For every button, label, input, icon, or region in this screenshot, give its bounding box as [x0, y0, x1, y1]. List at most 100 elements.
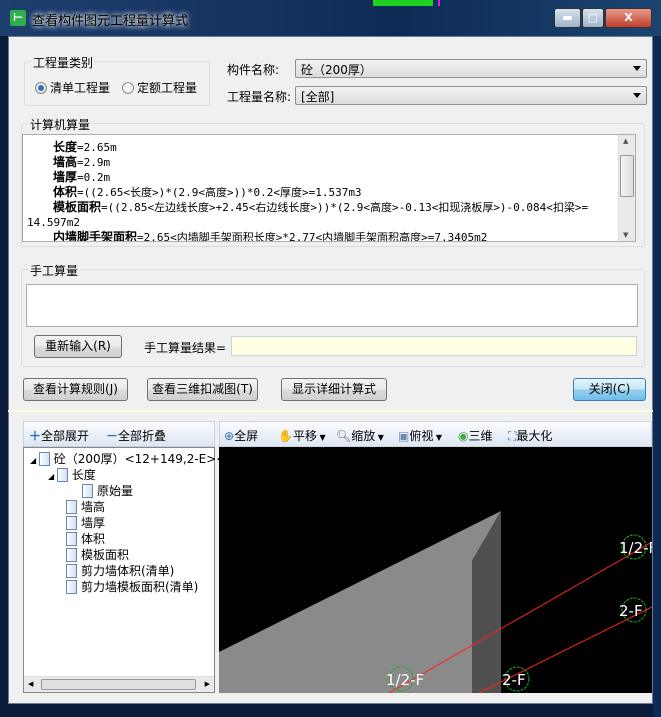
- axis-label: 1/2-F: [619, 539, 652, 557]
- 3d-viewport[interactable]: 1/2-F 2-F 1/2-F 2-F: [219, 447, 652, 693]
- quantity-name-label: 工程量名称:: [227, 90, 292, 104]
- document-icon: [66, 548, 77, 562]
- radio-bill-qty[interactable]: 清单工程量: [35, 79, 110, 96]
- dialog-body: 工程量类别 清单工程量 定额工程量 构件名称: 砼（200厚） 工程量名称: […: [8, 36, 653, 412]
- tree-node[interactable]: 模板面积: [66, 547, 129, 563]
- collapse-all-button[interactable]: －全部折叠: [106, 427, 166, 444]
- background-mark: [438, 0, 440, 6]
- chevron-down-icon: [633, 93, 641, 98]
- label: 全屏: [234, 429, 259, 443]
- label: 缩放: [351, 429, 376, 443]
- maximize-view-button[interactable]: ⛶最大化: [508, 427, 552, 444]
- node-label: 原始量: [97, 484, 134, 498]
- manual-calc-input[interactable]: [26, 284, 638, 327]
- tree-node[interactable]: 体积: [66, 531, 105, 547]
- orbit-icon: ◉: [458, 429, 469, 443]
- select-value: 砼（200厚）: [301, 63, 372, 77]
- chevron-down-icon: [633, 66, 641, 71]
- computer-calc-text[interactable]: ▲ ▼ 长度=2.65m 墙高=2.9m 墙厚=0.2m 体积=((2.65<长度>)…: [22, 134, 636, 242]
- label: 三维: [468, 429, 493, 443]
- quantity-tree: ◢ 砼（200厚）<12+149,2-E>< ◢ 长度 原始量 墙高 墙厚 体积…: [23, 447, 226, 693]
- document-icon: [66, 532, 77, 546]
- fullscreen-icon: ⊕: [224, 429, 235, 443]
- calc-expression: =0.2m: [77, 171, 111, 184]
- top-view-button[interactable]: ▣俯视 ▼: [398, 427, 442, 444]
- pan-button[interactable]: ✋平移 ▼: [278, 427, 326, 444]
- document-icon: [66, 516, 77, 530]
- expand-all-button[interactable]: ＋全部展开: [29, 427, 89, 444]
- calc-expression: =((2.65<长度>)*(2.9<高度>))*0.2<厚度>=1.537m3: [77, 186, 362, 199]
- horizontal-scrollbar[interactable]: ◀ ▶: [24, 676, 214, 692]
- calc-line: 墙厚=0.2m: [23, 170, 635, 185]
- document-icon: [66, 564, 77, 578]
- scrollbar[interactable]: ▲ ▼: [618, 135, 635, 241]
- calc-line: 长度=2.65m: [23, 140, 635, 155]
- tree-node[interactable]: 剪力墙体积(清单): [66, 563, 174, 579]
- calc-item-name: 内墙脚手架面积: [53, 230, 138, 242]
- 3d-button[interactable]: ◉三维: [458, 427, 493, 444]
- fullscreen-button[interactable]: ⊕全屏: [224, 427, 258, 444]
- hand-icon: ✋: [278, 429, 293, 443]
- component-name-select[interactable]: 砼（200厚）: [295, 59, 647, 78]
- tree-toolbar: ＋全部展开 －全部折叠: [23, 421, 215, 447]
- node-label: 墙厚: [81, 516, 106, 530]
- reenter-button[interactable]: 重新输入(R): [34, 335, 122, 358]
- minus-icon: －: [106, 429, 119, 443]
- calc-expression: =2.65m: [77, 141, 117, 154]
- calc-expression: =((2.85<左边线长度>+2.45<右边线长度>))*(2.9<高度>-0.…: [101, 201, 589, 214]
- document-icon: [66, 580, 77, 594]
- radio-quota-qty[interactable]: 定额工程量: [122, 79, 197, 96]
- label: 平移: [292, 429, 317, 443]
- select-value: [全部]: [301, 90, 335, 104]
- tree-node[interactable]: 墙厚: [66, 515, 105, 531]
- computer-calc-label: 计算机算量: [28, 116, 93, 133]
- tree-node[interactable]: 剪力墙模板面积(清单): [66, 579, 198, 595]
- lower-panel: ＋全部展开 －全部折叠 ◢ 砼（200厚）<12+149,2-E>< ◢ 长度 …: [8, 412, 653, 704]
- qty-type-label: 工程量类别: [31, 54, 96, 71]
- maximize-button[interactable]: ▢: [582, 8, 604, 28]
- calc-item-name: 模板面积: [53, 200, 102, 214]
- scroll-thumb[interactable]: [620, 155, 634, 197]
- label: 最大化: [516, 429, 553, 443]
- node-label: 墙高: [81, 500, 106, 514]
- manual-result-field[interactable]: [231, 336, 637, 356]
- close-window-button[interactable]: X: [605, 8, 652, 28]
- calc-item-name: 体积: [53, 185, 78, 199]
- window-border: [653, 36, 661, 717]
- zoom-button[interactable]: 🔍︎缩放 ▼: [336, 427, 384, 444]
- calc-expression: =2.65<内墙脚手架面积长度>*2.77<内墙脚手架面积高度>=7.3405m…: [137, 231, 488, 242]
- calc-line: 14.597m2: [23, 215, 635, 230]
- calc-line: 模板面积=((2.85<左边线长度>+2.45<右边线长度>))*(2.9<高度…: [23, 200, 635, 215]
- calc-line: 墙高=2.9m: [23, 155, 635, 170]
- view-3d-deduction-button[interactable]: 查看三维扣减图(T): [147, 378, 258, 401]
- background-mark: [373, 0, 433, 6]
- manual-calc-group: 手工算量 重新输入(R) 手工算量结果=: [21, 262, 645, 367]
- radio-icon: [122, 82, 134, 94]
- calc-line: 体积=((2.65<长度>)*(2.9<高度>))*0.2<厚度>=1.537m…: [23, 185, 635, 200]
- document-icon: [56, 468, 68, 482]
- magnifier-icon: 🔍︎: [336, 429, 352, 443]
- tree-node[interactable]: 原始量: [82, 483, 133, 499]
- tree-node-root[interactable]: ◢ 砼（200厚）<12+149,2-E><: [30, 451, 226, 467]
- view-toolbar: ⊕全屏 ✋平移 ▼ 🔍︎缩放 ▼ ▣俯视 ▼ ◉三维 ⛶最大化: [219, 421, 652, 447]
- computer-calc-group: 计算机算量 ▲ ▼ 长度=2.65m 墙高=2.9m 墙厚=0.2m 体积=((2.6…: [21, 116, 645, 247]
- quantity-name-select[interactable]: [全部]: [295, 86, 647, 105]
- qty-type-group: 工程量类别 清单工程量 定额工程量: [24, 54, 210, 106]
- scroll-thumb[interactable]: [41, 679, 196, 690]
- minimize-button[interactable]: ▬: [554, 8, 581, 28]
- tree-node[interactable]: ◢ 长度: [48, 467, 96, 483]
- view-rules-button[interactable]: 查看计算规则(J): [23, 378, 128, 401]
- close-button[interactable]: 关闭(C): [573, 378, 646, 401]
- node-label: 砼（200厚）<12+149,2-E><: [53, 452, 227, 466]
- label: 全部展开: [41, 429, 90, 443]
- radio-icon: [35, 82, 47, 94]
- label: 全部折叠: [118, 429, 167, 443]
- axis-label: 1/2-F: [386, 671, 424, 689]
- plus-icon: ＋: [29, 429, 42, 443]
- show-detail-button[interactable]: 显示详细计算式: [281, 378, 387, 401]
- calc-expression: =2.9m: [77, 156, 111, 169]
- window-title: 查看构件图元工程量计算式: [32, 14, 189, 29]
- document-icon: [82, 484, 93, 498]
- tree-node[interactable]: 墙高: [66, 499, 105, 515]
- calc-item-name: 墙厚: [53, 170, 78, 184]
